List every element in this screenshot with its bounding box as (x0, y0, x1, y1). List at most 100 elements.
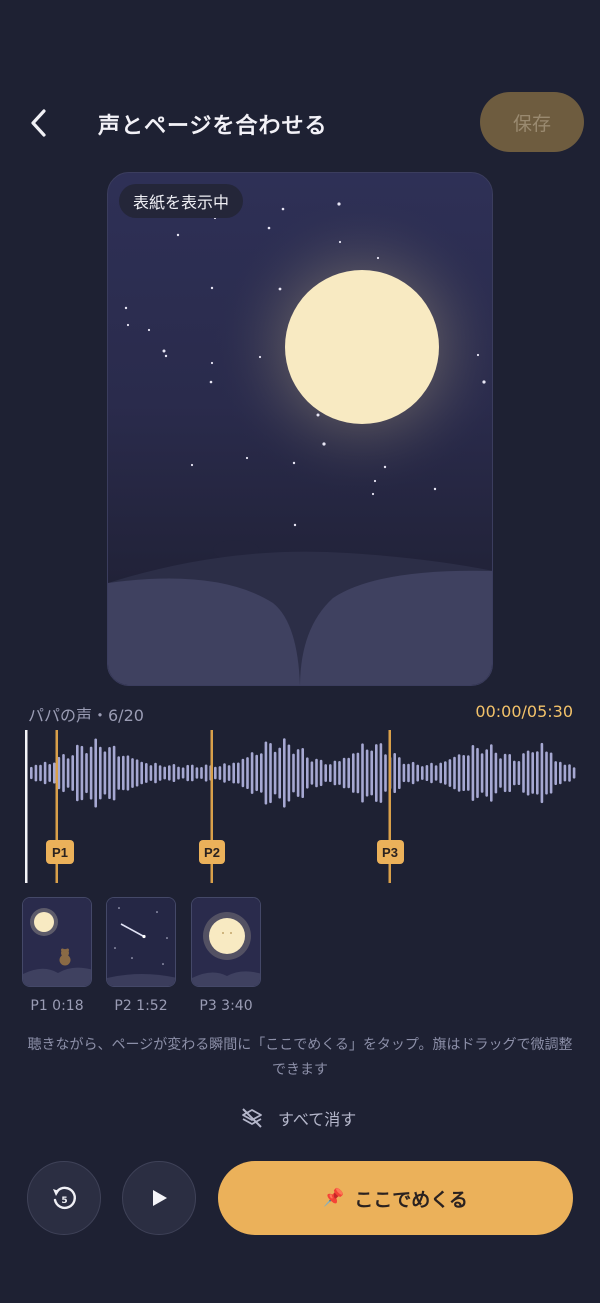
waveform-bar (365, 749, 369, 797)
waveform-bar (425, 765, 429, 781)
waveform-bar (250, 752, 254, 794)
waveform-bar (172, 764, 176, 782)
waveform-bar (545, 751, 548, 795)
moon (285, 270, 439, 424)
rewind-5-icon: 5 (53, 1186, 76, 1210)
waveform-bar (227, 765, 231, 781)
marker-p1[interactable]: P1 (46, 730, 74, 883)
waveform-bar (536, 751, 539, 795)
waveform-bar (53, 762, 56, 784)
pin-icon: 📌 (323, 1188, 345, 1208)
waveform-bar (76, 744, 79, 802)
waveform-bar (154, 762, 157, 784)
waveform-bar (457, 754, 461, 792)
waveform-bar (494, 752, 498, 794)
waveform-bar (559, 761, 562, 785)
page-thumbnail-p1[interactable] (22, 897, 92, 987)
waveform-bar (467, 755, 470, 791)
waveform-bar (145, 763, 148, 783)
waveform-bar (62, 754, 65, 793)
waveform-bar (135, 759, 139, 787)
waveform-bar (568, 764, 571, 782)
cover-status-badge: 表紙を表示中 (119, 184, 244, 218)
waveform-bar (342, 757, 346, 789)
waveform-bar (246, 757, 249, 789)
waveform-bar (66, 758, 70, 788)
waveform-bar (375, 744, 378, 802)
waveform-bar (191, 764, 194, 782)
waveform-bar (237, 762, 240, 784)
waveform-bar (398, 757, 401, 789)
waveform-bar (241, 758, 245, 788)
play-button[interactable] (122, 1161, 196, 1235)
waveform-bar (480, 753, 484, 793)
waveform-bar (421, 766, 424, 780)
waveform-bar (361, 743, 364, 803)
waveform-bar (301, 748, 304, 798)
waveform-bar (43, 761, 47, 785)
waveform-bar (48, 764, 51, 782)
header: 声とページを合わせる 保存 (0, 92, 600, 154)
waveform-bar (85, 753, 88, 794)
waveform-bar (315, 758, 318, 788)
marker-label-p2: P2 (204, 845, 220, 860)
waveform-bar (126, 755, 130, 791)
waveform-bar (218, 766, 222, 780)
waveform-bar (39, 764, 42, 782)
flip-here-button[interactable]: 📌 ここでめくる (218, 1161, 573, 1235)
waveform-bar (163, 766, 166, 780)
waveform-bar (34, 764, 38, 782)
playhead[interactable] (25, 730, 28, 883)
waveform-bar (255, 754, 258, 792)
waveform-bar (158, 765, 162, 781)
waveform-bar (384, 754, 387, 792)
clear-all-button[interactable]: すべて消す (240, 1101, 370, 1135)
waveform-bar (513, 760, 516, 786)
waveform-bar (540, 742, 544, 804)
play-icon (153, 1190, 167, 1206)
rewind-seconds-label: 5 (61, 1196, 67, 1206)
waveform-bar (572, 767, 576, 779)
flip-here-label: ここでめくる (354, 1188, 468, 1211)
waveform-bar (485, 749, 488, 797)
instruction-hint: 聴きながら、ページが変わる瞬間に「ここでめくる」をタップ。旗はドラッグで微調整で… (27, 1037, 573, 1078)
marker-label-p1: P1 (52, 845, 68, 860)
waveform-bar (310, 761, 314, 785)
waveform-bar (149, 765, 153, 781)
waveform-bar (195, 767, 199, 779)
rewind-5-button[interactable]: 5 (27, 1161, 101, 1235)
waveform-bar (140, 761, 143, 785)
waveform-bar (168, 765, 171, 781)
playback-time: 00:00/05:30 (475, 702, 573, 721)
waveform-bar (89, 746, 93, 800)
waveform-bar (370, 750, 373, 796)
waveform-bar (411, 761, 415, 785)
page-title: 声とページを合わせる (98, 114, 328, 139)
waveform-bar (434, 765, 438, 781)
waveform-bar (122, 755, 125, 791)
save-button[interactable]: 保存 (480, 92, 584, 152)
waveform-bar (186, 764, 189, 782)
waveform-bar (517, 761, 521, 785)
waveform-bar (333, 760, 337, 786)
page-thumbnail-p2[interactable] (106, 897, 176, 987)
page-thumbnail-p3[interactable] (191, 897, 261, 987)
waveform-bar (379, 743, 383, 803)
marker-label-p3: P3 (382, 845, 398, 860)
back-button[interactable] (22, 104, 56, 142)
waveform-bar (324, 764, 327, 782)
waveform-bar (549, 752, 553, 794)
waveform-bar (490, 744, 493, 802)
waveform[interactable]: P1 P2 P3 (24, 728, 576, 888)
waveform-bar (108, 747, 111, 799)
waveform-bar (71, 755, 74, 791)
waveform-bar (352, 753, 355, 793)
waveform-bar (563, 764, 567, 782)
waveform-bar (204, 764, 208, 782)
waveform-bar (287, 744, 291, 802)
marker-p2[interactable]: P2 (199, 730, 225, 883)
waveform-bar (508, 754, 511, 792)
waveform-bar (393, 753, 396, 793)
thumbnail-label-p3: P3 3:40 (199, 998, 253, 1014)
waveform-bar (444, 761, 447, 785)
